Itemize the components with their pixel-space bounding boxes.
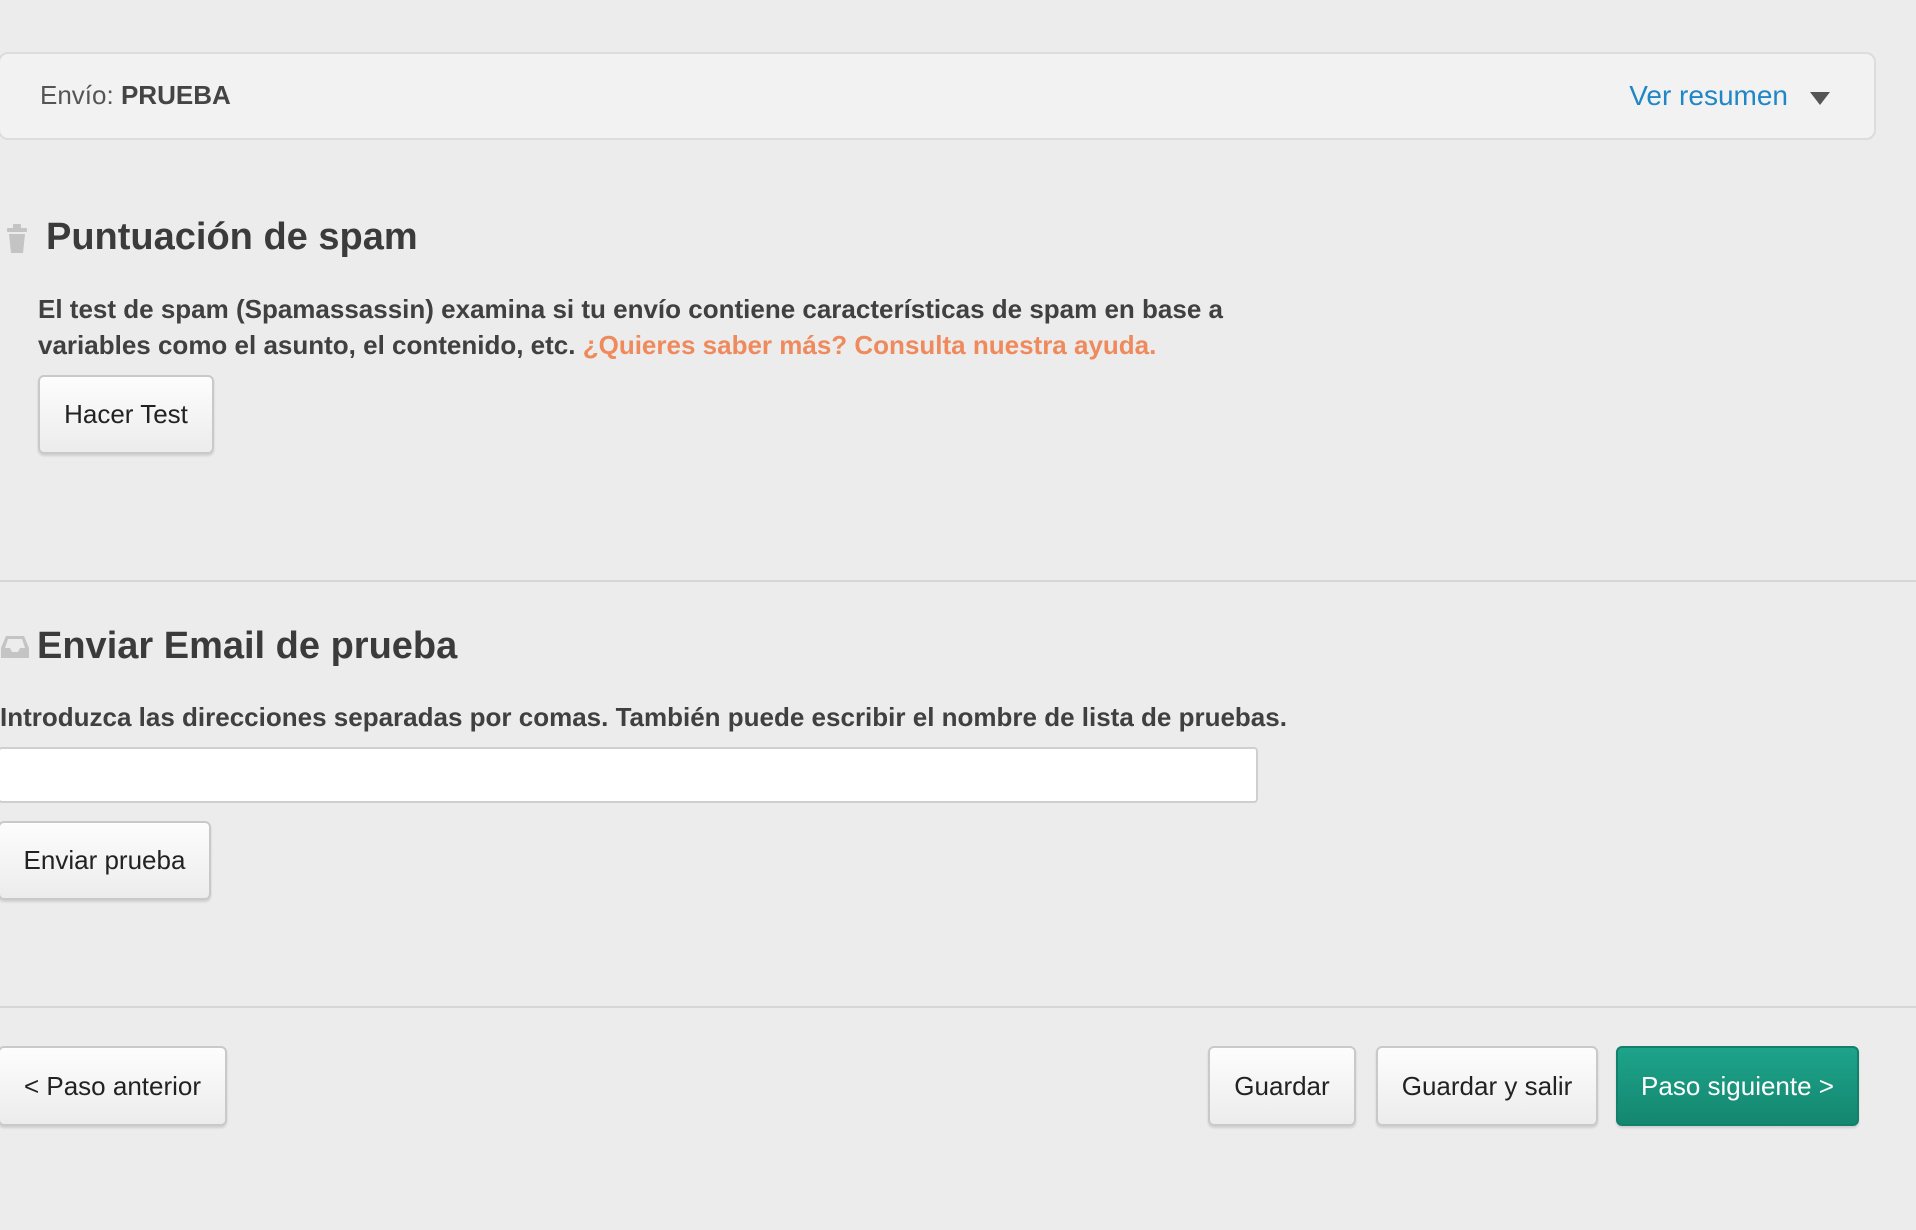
test-email-input[interactable] [0,747,1258,803]
test-email-description: Introduzca las direcciones separadas por… [0,702,1287,732]
next-step-button[interactable]: Paso siguiente > [1616,1046,1859,1126]
send-test-button[interactable]: Enviar prueba [0,821,211,900]
summary-value: PRUEBA [120,80,231,110]
spam-description: El test de spam (Spamassassin) examina s… [38,291,1278,363]
summary-label-text: Envío: [40,80,114,110]
view-summary-label[interactable]: Ver resumen [1629,80,1788,112]
chevron-down-icon[interactable] [1810,91,1830,105]
help-link[interactable]: ¿Quieres saber más? Consulta nuestra ayu… [583,330,1157,360]
spam-section-title: Puntuación de spam [46,216,418,258]
previous-step-button[interactable]: < Paso anterior [0,1046,227,1126]
footer-divider [0,1006,1916,1008]
section-divider [0,580,1916,582]
save-and-exit-button[interactable]: Guardar y salir [1376,1046,1598,1126]
summary-bar: Envío: PRUEBA Ver resumen [0,52,1876,140]
trash-icon [6,224,28,259]
page: Envío: PRUEBA Ver resumen Puntuación de … [0,0,1916,1230]
save-button[interactable]: Guardar [1208,1046,1356,1126]
summary-label: Envío: PRUEBA [40,80,231,111]
inbox-icon [0,634,30,665]
run-spam-test-button[interactable]: Hacer Test [38,375,214,454]
test-email-section-title: Enviar Email de prueba [37,625,458,667]
view-summary-toggle[interactable]: Ver resumen [1629,80,1830,112]
